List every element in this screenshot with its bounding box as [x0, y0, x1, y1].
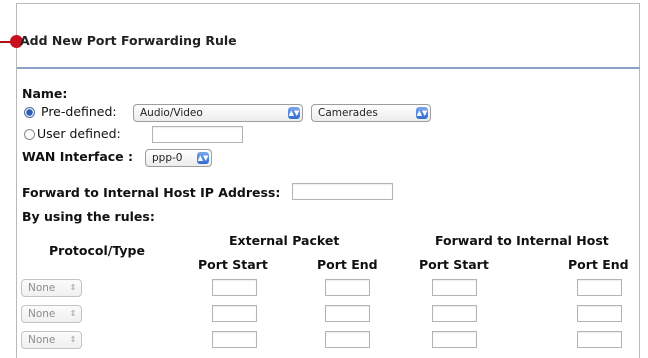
- int-port-start-header: Port Start: [419, 257, 489, 272]
- protocol-type-header: Protocol/Type: [49, 243, 145, 258]
- predefined-category-value: Audio/Video: [140, 107, 203, 119]
- rules-label: By using the rules:: [22, 209, 155, 224]
- panel-border-top: [16, 3, 640, 4]
- wan-interface-select[interactable]: ppp-0 ▲▼: [145, 149, 212, 167]
- ext-port-end-input-row-1[interactable]: [325, 279, 370, 296]
- wan-interface-label: WAN Interface :: [22, 149, 133, 164]
- title-divider: [17, 67, 640, 69]
- name-label: Name:: [22, 86, 68, 101]
- protocol-select-row-3[interactable]: None ⇕: [21, 331, 82, 349]
- int-port-start-input-row-2[interactable]: [432, 305, 477, 322]
- ext-port-start-input-row-2[interactable]: [212, 305, 257, 322]
- ext-port-start-input-row-1[interactable]: [212, 279, 257, 296]
- int-port-start-input-row-1[interactable]: [432, 279, 477, 296]
- ext-port-end-input-row-3[interactable]: [325, 331, 370, 348]
- chevron-updown-icon: ▲▼: [416, 107, 428, 119]
- int-port-start-input-row-3[interactable]: [432, 331, 477, 348]
- protocol-value: None: [28, 334, 56, 346]
- user-defined-input[interactable]: [152, 126, 243, 143]
- chevron-updown-icon: ▲▼: [197, 152, 209, 164]
- internal-host-header: Forward to Internal Host: [435, 233, 609, 248]
- forward-ip-label: Forward to Internal Host IP Address:: [22, 185, 281, 200]
- protocol-select-row-1[interactable]: None ⇕: [21, 279, 82, 297]
- panel-border-left: [16, 3, 17, 358]
- panel-border-right: [639, 3, 640, 358]
- chevron-updown-icon: ▲▼: [288, 107, 300, 119]
- ext-port-end-header: Port End: [317, 257, 378, 272]
- predefined-category-select[interactable]: Audio/Video ▲▼: [133, 104, 303, 122]
- forward-ip-input[interactable]: [292, 183, 393, 200]
- ext-port-end-input-row-2[interactable]: [325, 305, 370, 322]
- user-defined-radio[interactable]: [24, 129, 35, 140]
- ext-port-start-input-row-3[interactable]: [212, 331, 257, 348]
- user-defined-label: User defined:: [37, 126, 121, 141]
- int-port-end-input-row-1[interactable]: [577, 279, 622, 296]
- int-port-end-input-row-2[interactable]: [577, 305, 622, 322]
- int-port-end-header: Port End: [568, 257, 629, 272]
- wan-interface-value: ppp-0: [152, 152, 183, 164]
- chevron-updown-icon: ⇕: [69, 283, 77, 292]
- predefined-radio[interactable]: [24, 107, 35, 118]
- chevron-updown-icon: ⇕: [69, 309, 77, 318]
- page-title: Add New Port Forwarding Rule: [20, 33, 237, 48]
- predefined-service-select[interactable]: Camerades ▲▼: [311, 104, 431, 122]
- protocol-value: None: [28, 282, 56, 294]
- int-port-end-input-row-3[interactable]: [577, 331, 622, 348]
- external-packet-header: External Packet: [229, 233, 340, 248]
- ext-port-start-header: Port Start: [198, 257, 268, 272]
- protocol-select-row-2[interactable]: None ⇕: [21, 305, 82, 323]
- predefined-service-value: Camerades: [318, 107, 378, 119]
- predefined-label: Pre-defined:: [41, 104, 117, 119]
- chevron-updown-icon: ⇕: [69, 335, 77, 344]
- protocol-value: None: [28, 308, 56, 320]
